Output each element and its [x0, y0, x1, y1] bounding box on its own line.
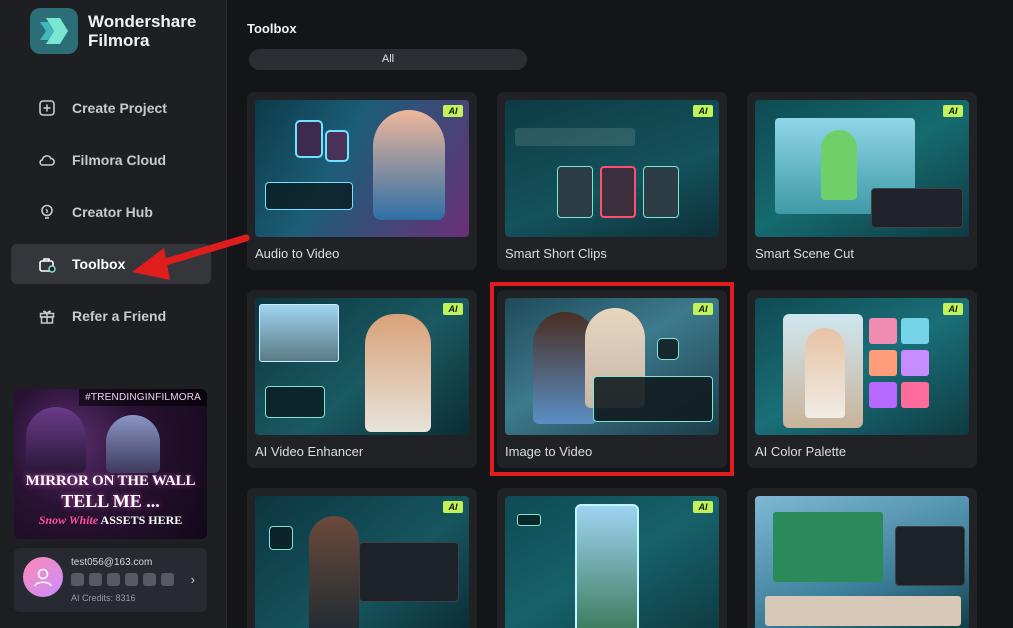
promo-subline-highlight: Snow White: [38, 513, 99, 527]
ai-badge: AI: [943, 105, 963, 117]
badge-icon: [143, 573, 156, 586]
ai-badge: AI: [443, 501, 463, 513]
tool-card-label: Audio to Video: [255, 246, 340, 261]
brand-name: Wondershare Filmora: [88, 12, 196, 50]
tool-card-image-to-video[interactable]: AI Image to Video: [497, 290, 727, 468]
app-window: Wondershare Filmora Create Project Filmo…: [0, 0, 1013, 628]
sidebar-item-refer-a-friend[interactable]: Refer a Friend: [11, 296, 211, 336]
sidebar-item-create-project[interactable]: Create Project: [11, 88, 211, 128]
tool-card-row3-1[interactable]: AI: [247, 488, 477, 628]
promo-art-figure: [26, 407, 86, 473]
tool-card-audio-to-video[interactable]: AI Audio to Video: [247, 92, 477, 270]
brand-line-1: Wondershare: [88, 12, 197, 31]
tool-thumbnail: [505, 100, 719, 237]
tool-card-label: AI Color Palette: [755, 444, 847, 459]
ai-badge: AI: [943, 303, 963, 315]
brand: Wondershare Filmora: [30, 8, 196, 54]
tool-thumbnail: [505, 298, 719, 435]
tool-card-row3-2[interactable]: AI: [497, 488, 727, 628]
tool-card-label: Image to Video: [505, 444, 593, 459]
avatar: [23, 557, 63, 597]
badge-icon: [161, 573, 174, 586]
ai-badge: AI: [693, 303, 713, 315]
sidebar: Wondershare Filmora Create Project Filmo…: [0, 0, 227, 628]
toolbox-main: Toolbox All AI Audio to Video AI Smart S…: [228, 0, 1013, 628]
tool-card-ai-color-palette[interactable]: AI AI Color Palette: [747, 290, 977, 468]
ai-credits: AI Credits: 8316: [71, 593, 136, 603]
filmora-logo-icon: [30, 8, 78, 54]
filter-tab-all[interactable]: All: [249, 49, 527, 70]
brand-line-2: Filmora: [88, 31, 150, 50]
badge-icon: [71, 573, 84, 586]
cloud-icon: [37, 150, 57, 170]
user-badges: [71, 573, 179, 586]
user-icon: [34, 568, 52, 587]
chevron-right-icon[interactable]: ›: [191, 572, 195, 587]
page-title: Toolbox: [247, 21, 297, 36]
gift-icon: [37, 306, 57, 326]
promo-headline-2: TELL ME ...: [61, 491, 160, 511]
sidebar-item-label: Toolbox: [72, 256, 126, 272]
ai-badge: AI: [693, 501, 713, 513]
promo-subline-text: ASSETS HERE: [98, 513, 183, 527]
badge-icon: [107, 573, 120, 586]
user-email: test056@163.com: [71, 557, 153, 568]
badge-icon: [89, 573, 102, 586]
tool-thumbnail: [255, 496, 469, 628]
tool-thumbnail: [505, 496, 719, 628]
tool-card-label: AI Video Enhancer: [255, 444, 364, 459]
user-card[interactable]: test056@163.com AI Credits: 8316 ›: [14, 548, 207, 612]
ai-badge: AI: [443, 105, 463, 117]
tool-card-ai-video-enhancer[interactable]: AI AI Video Enhancer: [247, 290, 477, 468]
promo-subline: Snow White ASSETS HERE: [14, 513, 207, 528]
tool-thumbnail: [255, 100, 469, 237]
tool-card-smart-short-clips[interactable]: AI Smart Short Clips: [497, 92, 727, 270]
annotation-arrow-icon: [132, 234, 250, 280]
tool-thumbnail: [255, 298, 469, 435]
sidebar-item-filmora-cloud[interactable]: Filmora Cloud: [11, 140, 211, 180]
badge-icon: [125, 573, 138, 586]
sidebar-item-label: Filmora Cloud: [72, 152, 167, 168]
tool-card-smart-scene-cut[interactable]: AI Smart Scene Cut: [747, 92, 977, 270]
tool-thumbnail: [755, 496, 969, 628]
bulb-icon: [37, 202, 57, 222]
ai-badge: AI: [443, 303, 463, 315]
ai-badge: AI: [693, 105, 713, 117]
promo-banner[interactable]: #TRENDINGINFILMORA MIRROR ON THE WALL TE…: [14, 389, 207, 539]
promo-tag: #TRENDINGINFILMORA: [79, 389, 207, 406]
sidebar-item-label: Create Project: [72, 100, 167, 116]
plus-square-icon: [37, 98, 57, 118]
tool-thumbnail: [755, 298, 969, 435]
promo-art-figure: [106, 415, 160, 473]
sidebar-item-label: Creator Hub: [72, 204, 153, 220]
sidebar-nav: Create Project Filmora Cloud Creator Hub…: [11, 88, 211, 348]
tool-thumbnail: [755, 100, 969, 237]
tool-card-label: Smart Scene Cut: [755, 246, 854, 261]
promo-headline: MIRROR ON THE WALL: [25, 473, 196, 489]
sidebar-item-label: Refer a Friend: [72, 308, 167, 324]
tool-card-row3-3[interactable]: [747, 488, 977, 628]
tool-card-label: Smart Short Clips: [505, 246, 607, 261]
toolbox-icon: [37, 254, 57, 274]
